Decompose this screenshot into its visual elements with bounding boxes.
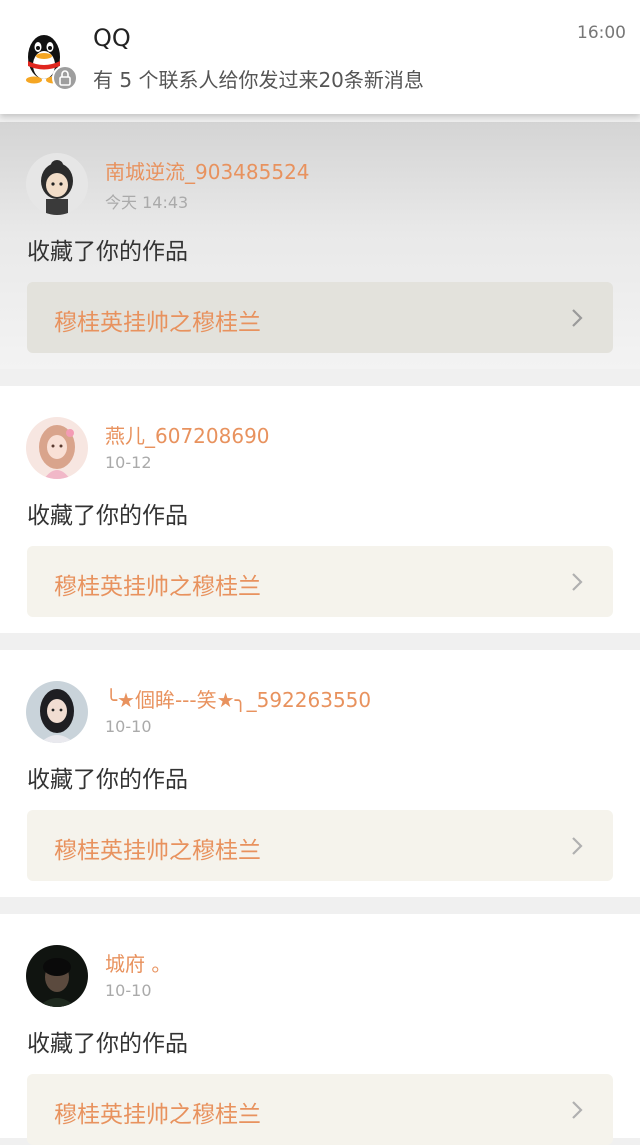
work-link[interactable]: 穆桂英挂帅之穆桂兰 — [27, 282, 613, 353]
action-text: 收藏了你的作品 — [27, 503, 188, 529]
chevron-right-icon — [572, 573, 583, 591]
feed-item: ╰★個眸---笑★╮_592263550 10-10 收藏了你的作品 穆桂英挂帅… — [0, 650, 640, 897]
notification-time: 16:00 — [577, 23, 626, 43]
username[interactable]: ╰★個眸---笑★╮_592263550 — [105, 684, 371, 713]
timestamp: 10-10 — [105, 981, 152, 1000]
timestamp: 今天 14:43 — [105, 193, 189, 212]
work-title: 穆桂英挂帅之穆桂兰 — [54, 310, 261, 336]
avatar[interactable] — [26, 681, 88, 743]
avatar[interactable] — [26, 153, 88, 215]
username[interactable]: 城府 。 — [105, 948, 171, 977]
work-title: 穆桂英挂帅之穆桂兰 — [54, 838, 261, 864]
work-link[interactable]: 穆桂英挂帅之穆桂兰 — [27, 810, 613, 881]
chevron-right-icon — [572, 1101, 583, 1119]
work-title: 穆桂英挂帅之穆桂兰 — [54, 1102, 261, 1128]
work-link[interactable]: 穆桂英挂帅之穆桂兰 — [27, 546, 613, 617]
work-title: 穆桂英挂帅之穆桂兰 — [54, 574, 261, 600]
notification-app-name: QQ — [93, 24, 131, 52]
action-text: 收藏了你的作品 — [27, 1031, 188, 1057]
timestamp: 10-12 — [105, 453, 152, 472]
action-text: 收藏了你的作品 — [27, 767, 188, 793]
qq-penguin-icon — [14, 25, 80, 91]
username[interactable]: 南城逆流_903485524 — [105, 156, 310, 185]
feed-item: 燕儿_607208690 10-12 收藏了你的作品 穆桂英挂帅之穆桂兰 — [0, 386, 640, 633]
chevron-right-icon — [572, 309, 583, 327]
username[interactable]: 燕儿_607208690 — [105, 420, 270, 449]
avatar[interactable] — [26, 417, 88, 479]
qq-notification[interactable]: QQ 有 5 个联系人给你发过来20条新消息 16:00 — [0, 0, 640, 114]
action-text: 收藏了你的作品 — [27, 239, 188, 265]
feed-item: 城府 。 10-10 收藏了你的作品 穆桂英挂帅之穆桂兰 — [0, 914, 640, 1145]
chevron-right-icon — [572, 837, 583, 855]
feed-item: 南城逆流_903485524 今天 14:43 收藏了你的作品 穆桂英挂帅之穆桂… — [0, 122, 640, 369]
work-link[interactable]: 穆桂英挂帅之穆桂兰 — [27, 1074, 613, 1145]
avatar[interactable] — [26, 945, 88, 1007]
notification-message: 有 5 个联系人给你发过来20条新消息 — [93, 68, 424, 92]
timestamp: 10-10 — [105, 717, 152, 736]
